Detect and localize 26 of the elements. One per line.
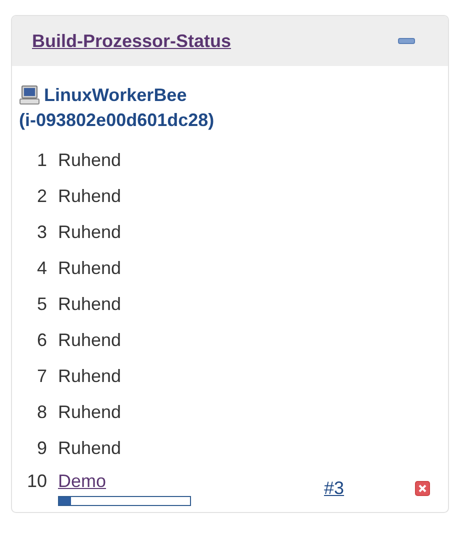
executor-status: Ruhend [58, 402, 122, 422]
executor-status: Ruhend [58, 294, 122, 314]
executor-number: 9 [36, 438, 47, 458]
executor-status: Ruhend [58, 150, 122, 170]
executor-status: Ruhend [58, 366, 122, 386]
executor-status: Ruhend [58, 186, 122, 206]
executor-number: 2 [36, 186, 47, 206]
job-link[interactable]: Demo [58, 471, 106, 491]
cancel-icon[interactable] [415, 481, 430, 496]
panel-title-link[interactable]: Build-Prozessor-Status [32, 30, 232, 52]
executor-number: 8 [36, 402, 47, 422]
executor-status: Ruhend [58, 258, 122, 278]
computer-icon [19, 85, 40, 105]
build-link[interactable]: #3 [324, 478, 404, 499]
executor-number: 4 [36, 258, 47, 278]
collapse-icon[interactable] [398, 38, 415, 44]
executor-number: 6 [36, 330, 47, 350]
executor-number: 10 [26, 471, 47, 493]
executor-status: Ruhend [58, 222, 122, 242]
executor-number: 7 [36, 366, 47, 386]
executor-status: Ruhend [58, 330, 122, 350]
computer-link[interactable]: LinuxWorkerBee (i-093802e00d601dc28) [19, 83, 214, 133]
executor-number: 1 [36, 150, 47, 170]
executor-number: 3 [36, 222, 47, 242]
executor-status: Ruhend [58, 438, 122, 458]
executor-number: 5 [36, 294, 47, 314]
